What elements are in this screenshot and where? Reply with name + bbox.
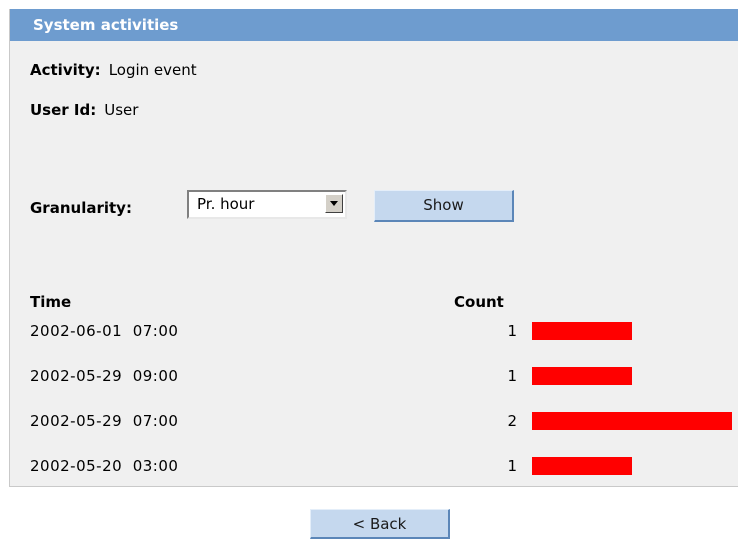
count-bar — [532, 322, 632, 340]
system-activities-panel: System activities Activity: Login event U… — [9, 9, 738, 487]
granularity-select[interactable]: Pr. hour — [187, 190, 347, 219]
show-button[interactable]: Show — [374, 190, 514, 222]
userid-label: User Id: — [30, 101, 97, 119]
count-column-header: Count — [454, 293, 504, 311]
panel-title: System activities — [10, 9, 738, 41]
granularity-selected-value: Pr. hour — [197, 195, 255, 213]
time-cell: 2002-05-29 09:00 — [30, 367, 179, 385]
time-cell: 2002-06-01 07:00 — [30, 322, 179, 340]
count-cell: 1 — [507, 457, 517, 475]
back-button[interactable]: < Back — [310, 509, 450, 539]
userid-value: User — [104, 101, 139, 119]
count-cell: 2 — [507, 412, 517, 430]
activity-value: Login event — [108, 61, 197, 79]
granularity-label: Granularity: — [30, 199, 132, 217]
count-bar — [532, 412, 732, 430]
userid-row: User Id: User — [30, 101, 138, 119]
activity-row: Activity: Login event — [30, 61, 197, 79]
activity-label: Activity: — [30, 61, 101, 79]
count-bar — [532, 367, 632, 385]
time-cell: 2002-05-20 03:00 — [30, 457, 179, 475]
count-cell: 1 — [507, 367, 517, 385]
chevron-down-icon[interactable] — [325, 194, 343, 213]
time-cell: 2002-05-29 07:00 — [30, 412, 179, 430]
count-cell: 1 — [507, 322, 517, 340]
time-column-header: Time — [30, 293, 72, 311]
count-bar — [532, 457, 632, 475]
